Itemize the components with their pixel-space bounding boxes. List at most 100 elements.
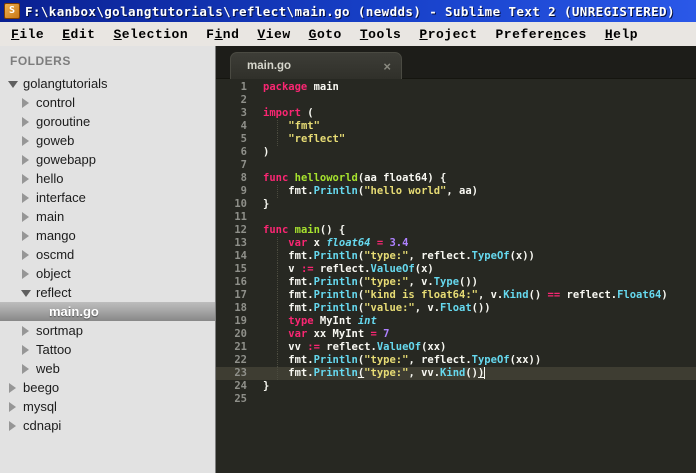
triangle-right-icon[interactable] bbox=[21, 364, 30, 374]
menu-item-edit[interactable]: Edit bbox=[53, 25, 104, 44]
menu-item-find[interactable]: Find bbox=[197, 25, 248, 44]
code-line-16[interactable]: 16 fmt.Println("type:", v.Type()) bbox=[216, 276, 696, 289]
tree-item-reflect[interactable]: reflect bbox=[0, 283, 215, 302]
triangle-right-icon[interactable] bbox=[21, 269, 30, 279]
code-line-10[interactable]: 10} bbox=[216, 198, 696, 211]
line-number: 22 bbox=[234, 354, 247, 366]
code-line-20[interactable]: 20 var xx MyInt = 7 bbox=[216, 328, 696, 341]
code-line-content: fmt.Println("type:", vv.Kind()) bbox=[247, 367, 486, 380]
line-number: 11 bbox=[234, 211, 247, 223]
tree-item-main-go[interactable]: main.go bbox=[0, 302, 215, 321]
tree-item-interface[interactable]: interface bbox=[0, 188, 215, 207]
sublime-window: S F:\kanbox\golangtutorials\reflect\main… bbox=[0, 0, 696, 473]
tree-item-golangtutorials[interactable]: golangtutorials bbox=[0, 74, 215, 93]
tree-item-label: mysql bbox=[23, 399, 57, 414]
triangle-right-icon[interactable] bbox=[8, 421, 17, 431]
close-icon[interactable]: × bbox=[383, 60, 391, 73]
code-line-8[interactable]: 8 func helloworld(aa float64) { bbox=[216, 172, 696, 185]
triangle-right-icon[interactable] bbox=[21, 231, 30, 241]
triangle-right-icon[interactable] bbox=[21, 326, 30, 336]
folders-header: FOLDERS bbox=[10, 54, 71, 68]
triangle-right-icon[interactable] bbox=[21, 174, 30, 184]
tab-bar: main.go × bbox=[216, 46, 696, 79]
line-number: 18 bbox=[234, 302, 247, 314]
tree-item-mango[interactable]: mango bbox=[0, 226, 215, 245]
menu-item-help[interactable]: Help bbox=[596, 25, 647, 44]
line-number: 8 bbox=[240, 172, 247, 184]
code-area[interactable]: 1 package main 2 3 import (4 "fmt" 5 "reflect… bbox=[216, 79, 696, 473]
triangle-right-icon[interactable] bbox=[21, 98, 30, 108]
code-line-11[interactable]: 11 bbox=[216, 211, 696, 224]
code-line-7[interactable]: 7 bbox=[216, 159, 696, 172]
code-line-25[interactable]: 25 bbox=[216, 393, 696, 406]
menu-item-file[interactable]: File bbox=[2, 25, 53, 44]
triangle-right-icon[interactable] bbox=[21, 136, 30, 146]
triangle-right-icon[interactable] bbox=[21, 117, 30, 127]
line-number: 19 bbox=[234, 315, 247, 327]
triangle-right-icon[interactable] bbox=[21, 250, 30, 260]
tree-item-web[interactable]: web bbox=[0, 359, 215, 378]
code-line-2[interactable]: 2 bbox=[216, 94, 696, 107]
tree-item-sortmap[interactable]: sortmap bbox=[0, 321, 215, 340]
code-line-13[interactable]: 13 var x float64 = 3.4 bbox=[216, 237, 696, 250]
triangle-right-icon[interactable] bbox=[21, 345, 30, 355]
code-line-content: } bbox=[263, 380, 270, 392]
line-number: 12 bbox=[234, 224, 247, 236]
tree-item-label: cdnapi bbox=[23, 418, 62, 433]
tree-item-object[interactable]: object bbox=[0, 264, 215, 283]
tree-item-cdnapi[interactable]: cdnapi bbox=[0, 416, 215, 435]
code-line-5[interactable]: 5 "reflect" bbox=[216, 133, 696, 146]
code-line-9[interactable]: 9 fmt.Println("hello world", aa) bbox=[216, 185, 696, 198]
code-line-1[interactable]: 1 package main bbox=[216, 81, 696, 94]
triangle-right-icon[interactable] bbox=[21, 193, 30, 203]
code-line-18[interactable]: 18 fmt.Println("value:", v.Float()) bbox=[216, 302, 696, 315]
menu-item-goto[interactable]: Goto bbox=[300, 25, 351, 44]
code-line-24[interactable]: 24} bbox=[216, 380, 696, 393]
code-line-12[interactable]: 12 func main() { bbox=[216, 224, 696, 237]
tree-item-gowebapp[interactable]: gowebapp bbox=[0, 150, 215, 169]
menu-item-tools[interactable]: Tools bbox=[351, 25, 411, 44]
tree-item-oscmd[interactable]: oscmd bbox=[0, 245, 215, 264]
code-line-content: var x float64 = 3.4 bbox=[247, 237, 408, 250]
tree-item-mysql[interactable]: mysql bbox=[0, 397, 215, 416]
tree-item-hello[interactable]: hello bbox=[0, 169, 215, 188]
menu-item-project[interactable]: Project bbox=[410, 25, 486, 44]
code-line-19[interactable]: 19 type MyInt int bbox=[216, 315, 696, 328]
code-line-22[interactable]: 22 fmt.Println("type:", reflect.TypeOf(x… bbox=[216, 354, 696, 367]
tree-item-goroutine[interactable]: goroutine bbox=[0, 112, 215, 131]
triangle-right-icon[interactable] bbox=[8, 402, 17, 412]
line-number: 16 bbox=[234, 276, 247, 288]
code-line-17[interactable]: 17 fmt.Println("kind is float64:", v.Kin… bbox=[216, 289, 696, 302]
triangle-down-icon[interactable] bbox=[8, 79, 18, 88]
tree-item-main[interactable]: main bbox=[0, 207, 215, 226]
line-number: 23 bbox=[234, 367, 247, 379]
code-line-14[interactable]: 14 fmt.Println("type:", reflect.TypeOf(x… bbox=[216, 250, 696, 263]
line-number: 17 bbox=[234, 289, 247, 301]
triangle-down-icon[interactable] bbox=[21, 288, 31, 297]
tree-item-beego[interactable]: beego bbox=[0, 378, 215, 397]
code-line-21[interactable]: 21 vv := reflect.ValueOf(xx) bbox=[216, 341, 696, 354]
tree-item-tattoo[interactable]: Tattoo bbox=[0, 340, 215, 359]
tree-item-label: main bbox=[36, 209, 65, 224]
triangle-right-icon[interactable] bbox=[21, 212, 30, 222]
tree-item-goweb[interactable]: goweb bbox=[0, 131, 215, 150]
code-line-23[interactable]: 23 fmt.Println("type:", vv.Kind()) bbox=[216, 367, 696, 380]
code-line-4[interactable]: 4 "fmt" bbox=[216, 120, 696, 133]
menu-item-selection[interactable]: Selection bbox=[104, 25, 197, 44]
menu-item-view[interactable]: View bbox=[248, 25, 299, 44]
code-line-3[interactable]: 3 import ( bbox=[216, 107, 696, 120]
menu-item-preferences[interactable]: Preferences bbox=[487, 25, 596, 44]
tree-item-label: sortmap bbox=[36, 323, 83, 338]
code-line-15[interactable]: 15 v := reflect.ValueOf(x) bbox=[216, 263, 696, 276]
code-line-content: fmt.Println("kind is float64:", v.Kind()… bbox=[247, 289, 668, 302]
code-line-content: } bbox=[263, 198, 270, 210]
triangle-right-icon[interactable] bbox=[21, 155, 30, 165]
triangle-right-icon[interactable] bbox=[8, 383, 17, 393]
code-line-content: package main bbox=[263, 81, 339, 93]
sublime-text-logo-icon: S bbox=[4, 3, 20, 19]
line-number: 15 bbox=[234, 263, 247, 275]
code-line-content: type MyInt int bbox=[247, 315, 377, 328]
tree-item-control[interactable]: control bbox=[0, 93, 215, 112]
tab-main-go[interactable]: main.go × bbox=[230, 52, 402, 79]
code-line-6[interactable]: 6) bbox=[216, 146, 696, 159]
